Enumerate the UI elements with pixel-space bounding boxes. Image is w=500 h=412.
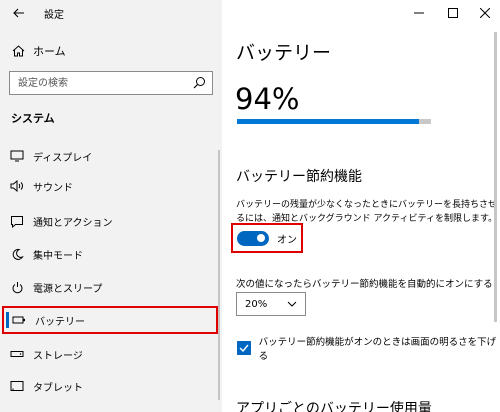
- maximize-button[interactable]: [440, 3, 466, 23]
- battery-progress-bar: [237, 119, 431, 124]
- close-icon: [480, 8, 490, 18]
- sidebar-item-label: 集中モード: [33, 250, 83, 262]
- main-scrollbar[interactable]: [494, 32, 497, 322]
- app-usage-heading: アプリごとのバッテリー使用量: [236, 401, 432, 412]
- monitor-icon: [9, 149, 25, 163]
- sidebar-item-display[interactable]: ディスプレイ: [0, 142, 218, 170]
- auto-threshold-label: 次の値になったらバッテリー節約機能を自動的にオンにする: [236, 279, 493, 290]
- brightness-checkbox[interactable]: [237, 341, 251, 355]
- sidebar-item-power[interactable]: 電源とスリープ: [0, 273, 218, 301]
- close-button[interactable]: [472, 3, 498, 23]
- moon-icon: [9, 247, 25, 261]
- battery-icon: [11, 313, 27, 327]
- sidebar: 設定 ホーム システム ディスプレイ サウンド: [0, 0, 222, 412]
- sidebar-item-battery[interactable]: バッテリー: [2, 306, 218, 334]
- battery-saver-toggle[interactable]: オン: [231, 223, 303, 253]
- sidebar-item-storage[interactable]: ストレージ: [0, 340, 218, 368]
- sidebar-item-tablet[interactable]: タブレット: [0, 372, 218, 400]
- title-bar: [0, 0, 500, 28]
- home-label: ホーム: [33, 45, 66, 58]
- storage-icon: [9, 347, 25, 361]
- sidebar-item-notifications[interactable]: 通知とアクション: [0, 207, 218, 235]
- notification-icon: [9, 214, 25, 228]
- brightness-checkbox-label: バッテリー節約機能がオンのときは画面の明るさを下げる: [258, 337, 497, 362]
- main-content: バッテリー 94% バッテリー節約機能 バッテリーの残量が少なくなったときにバッ…: [222, 0, 500, 412]
- sidebar-item-label: バッテリー: [35, 316, 85, 328]
- search-input[interactable]: [10, 72, 180, 94]
- sidebar-item-label: 電源とスリープ: [33, 283, 103, 295]
- saver-heading: バッテリー節約機能: [236, 169, 362, 185]
- settings-window: 設定 ホーム システム ディスプレイ サウンド: [0, 0, 500, 412]
- battery-progress-fill: [237, 119, 420, 124]
- toggle-state-label: オン: [277, 234, 297, 246]
- sidebar-item-label: ディスプレイ: [33, 152, 93, 164]
- sidebar-item-label: タブレット: [33, 382, 83, 394]
- home-link[interactable]: ホーム: [12, 42, 66, 60]
- threshold-dropdown[interactable]: 20%: [236, 292, 306, 316]
- brightness-checkbox-row[interactable]: バッテリー節約機能がオンのときは画面の明るさを下げる: [237, 334, 500, 362]
- search-icon[interactable]: [193, 76, 206, 92]
- section-title: システム: [11, 112, 55, 125]
- sidebar-item-label: サウンド: [33, 182, 73, 194]
- sidebar-item-label: ストレージ: [33, 350, 83, 362]
- power-icon: [9, 280, 25, 294]
- chevron-down-icon: [287, 301, 297, 307]
- saver-description: バッテリーの残量が少なくなったときにバッテリーを長持ちさせるには、通知とバックグ…: [236, 200, 498, 224]
- checkmark-icon: [239, 344, 249, 352]
- minimize-icon: [414, 12, 424, 14]
- threshold-value: 20%: [245, 298, 268, 310]
- sidebar-item-focus[interactable]: 集中モード: [0, 240, 218, 268]
- speaker-icon: [9, 179, 25, 193]
- page-title: バッテリー: [236, 42, 332, 64]
- search-box[interactable]: [9, 71, 213, 95]
- minimize-button[interactable]: [406, 3, 432, 23]
- sidebar-item-label: 通知とアクション: [33, 217, 113, 229]
- toggle-knob: [257, 234, 265, 242]
- home-icon: [12, 45, 25, 57]
- tablet-icon: [9, 379, 25, 393]
- toggle-switch[interactable]: [237, 230, 269, 246]
- battery-percent: 94%: [235, 82, 300, 116]
- maximize-icon: [448, 8, 458, 18]
- sidebar-item-sound[interactable]: サウンド: [0, 172, 218, 200]
- sidebar-scrollbar[interactable]: [218, 150, 220, 400]
